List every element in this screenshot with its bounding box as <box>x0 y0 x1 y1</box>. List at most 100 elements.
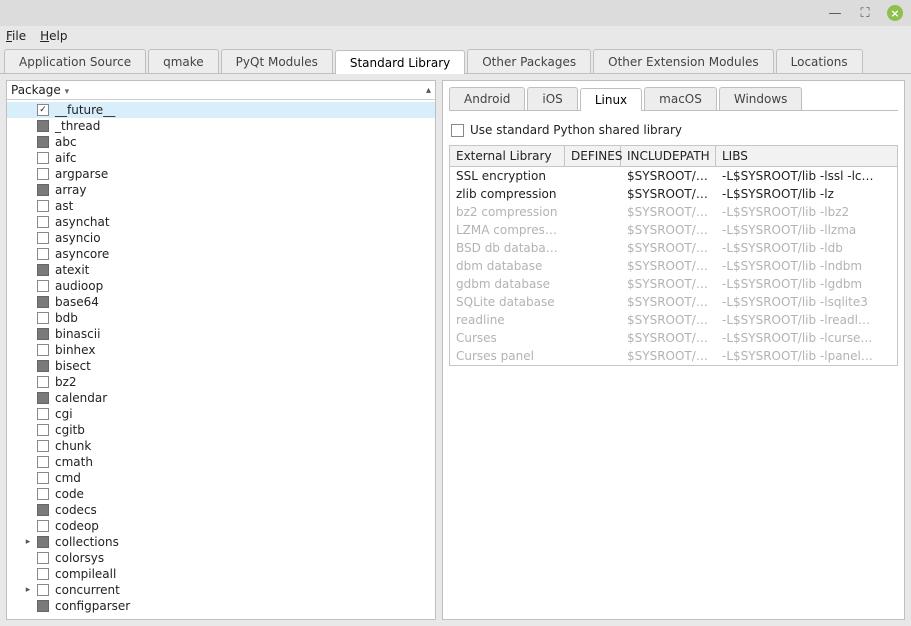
package-row[interactable]: codeop <box>7 518 435 534</box>
tab-application-source[interactable]: Application Source <box>4 49 146 73</box>
package-row[interactable]: atexit <box>7 262 435 278</box>
package-row[interactable]: colorsys <box>7 550 435 566</box>
package-row[interactable]: codecs <box>7 502 435 518</box>
package-row[interactable]: calendar <box>7 390 435 406</box>
package-list[interactable]: ✓__future___threadabcaifcargparsearrayas… <box>7 100 435 619</box>
package-row[interactable]: ast <box>7 198 435 214</box>
platform-tab-ios[interactable]: iOS <box>527 87 577 110</box>
package-row[interactable]: bz2 <box>7 374 435 390</box>
package-row[interactable]: asyncio <box>7 230 435 246</box>
package-row[interactable]: cgi <box>7 406 435 422</box>
package-row[interactable]: aifc <box>7 150 435 166</box>
package-row[interactable]: audioop <box>7 278 435 294</box>
table-row[interactable]: Curses$SYSROOT/i…-L$SYSROOT/lib -lcurse… <box>450 329 897 347</box>
package-checkbox[interactable] <box>37 280 49 292</box>
tab-qmake[interactable]: qmake <box>148 49 219 73</box>
package-row[interactable]: ▸collections <box>7 534 435 550</box>
th-includepath[interactable]: INCLUDEPATH <box>621 146 716 166</box>
package-row[interactable]: argparse <box>7 166 435 182</box>
package-checkbox[interactable] <box>37 312 49 324</box>
platform-tab-linux[interactable]: Linux <box>580 88 642 111</box>
package-checkbox[interactable] <box>37 520 49 532</box>
platform-tab-windows[interactable]: Windows <box>719 87 803 110</box>
package-checkbox[interactable] <box>37 504 49 516</box>
package-checkbox[interactable] <box>37 152 49 164</box>
tab-other-extension-modules[interactable]: Other Extension Modules <box>593 49 774 73</box>
package-row[interactable]: configparser <box>7 598 435 614</box>
package-row[interactable]: cmath <box>7 454 435 470</box>
tab-standard-library[interactable]: Standard Library <box>335 50 465 74</box>
package-checkbox[interactable] <box>37 216 49 228</box>
minimize-button[interactable]: — <box>827 5 843 21</box>
package-checkbox[interactable] <box>37 440 49 452</box>
table-row[interactable]: BSD db database$SYSROOT/i…-L$SYSROOT/lib… <box>450 239 897 257</box>
table-row[interactable]: zlib compression$SYSROOT/i…-L$SYSROOT/li… <box>450 185 897 203</box>
package-checkbox[interactable] <box>37 232 49 244</box>
package-checkbox[interactable] <box>37 136 49 148</box>
package-row[interactable]: base64 <box>7 294 435 310</box>
package-row[interactable]: bisect <box>7 358 435 374</box>
table-row[interactable]: Curses panel$SYSROOT/i…-L$SYSROOT/lib -l… <box>450 347 897 365</box>
package-row[interactable]: cmd <box>7 470 435 486</box>
package-checkbox[interactable] <box>37 296 49 308</box>
package-checkbox[interactable] <box>37 456 49 468</box>
package-checkbox[interactable] <box>37 168 49 180</box>
tab-pyqt-modules[interactable]: PyQt Modules <box>221 49 333 73</box>
package-row[interactable]: asyncore <box>7 246 435 262</box>
table-row[interactable]: LZMA compression$SYSROOT/i…-L$SYSROOT/li… <box>450 221 897 239</box>
table-row[interactable]: SQLite database$SYSROOT/i…-L$SYSROOT/lib… <box>450 293 897 311</box>
th-libs[interactable]: LIBS <box>716 146 897 166</box>
package-row[interactable]: array <box>7 182 435 198</box>
package-checkbox[interactable] <box>37 360 49 372</box>
package-checkbox[interactable] <box>37 248 49 260</box>
package-row[interactable]: ✓__future__ <box>7 102 435 118</box>
scroll-up-icon[interactable]: ▴ <box>426 85 431 96</box>
package-row[interactable]: binascii <box>7 326 435 342</box>
package-row[interactable]: asynchat <box>7 214 435 230</box>
table-row[interactable]: bz2 compression$SYSROOT/i…-L$SYSROOT/lib… <box>450 203 897 221</box>
table-row[interactable]: gdbm database$SYSROOT/i…-L$SYSROOT/lib -… <box>450 275 897 293</box>
package-checkbox[interactable] <box>37 200 49 212</box>
expander-icon[interactable]: ▸ <box>23 537 33 547</box>
package-header[interactable]: Package ▾ ▴ <box>7 81 435 100</box>
package-row[interactable]: chunk <box>7 438 435 454</box>
package-checkbox[interactable] <box>37 568 49 580</box>
package-checkbox[interactable] <box>37 328 49 340</box>
package-checkbox[interactable] <box>37 392 49 404</box>
package-row[interactable]: compileall <box>7 566 435 582</box>
package-checkbox[interactable] <box>37 264 49 276</box>
package-checkbox[interactable] <box>37 408 49 420</box>
package-row[interactable]: bdb <box>7 310 435 326</box>
package-checkbox[interactable]: ✓ <box>37 104 49 116</box>
table-row[interactable]: readline$SYSROOT/i…-L$SYSROOT/lib -lread… <box>450 311 897 329</box>
package-row[interactable]: _thread <box>7 118 435 134</box>
package-checkbox[interactable] <box>37 536 49 548</box>
package-row[interactable]: ▸concurrent <box>7 582 435 598</box>
th-external-library[interactable]: External Library <box>450 146 565 166</box>
tab-locations[interactable]: Locations <box>776 49 863 73</box>
package-checkbox[interactable] <box>37 472 49 484</box>
package-checkbox[interactable] <box>37 600 49 612</box>
maximize-button[interactable]: ⛶ <box>857 5 873 21</box>
menu-file[interactable]: File <box>6 29 26 43</box>
tab-other-packages[interactable]: Other Packages <box>467 49 591 73</box>
shared-lib-checkbox[interactable] <box>451 124 464 137</box>
table-row[interactable]: dbm database$SYSROOT/i…-L$SYSROOT/lib -l… <box>450 257 897 275</box>
package-row[interactable]: binhex <box>7 342 435 358</box>
th-defines[interactable]: DEFINES <box>565 146 621 166</box>
table-row[interactable]: SSL encryption$SYSROOT/i…-L$SYSROOT/lib … <box>450 167 897 185</box>
package-checkbox[interactable] <box>37 584 49 596</box>
package-row[interactable]: abc <box>7 134 435 150</box>
expander-icon[interactable]: ▸ <box>23 585 33 595</box>
package-checkbox[interactable] <box>37 424 49 436</box>
platform-tab-android[interactable]: Android <box>449 87 525 110</box>
package-checkbox[interactable] <box>37 488 49 500</box>
platform-tab-macos[interactable]: macOS <box>644 87 717 110</box>
package-checkbox[interactable] <box>37 120 49 132</box>
package-row[interactable]: cgitb <box>7 422 435 438</box>
package-checkbox[interactable] <box>37 184 49 196</box>
package-checkbox[interactable] <box>37 552 49 564</box>
package-checkbox[interactable] <box>37 344 49 356</box>
package-row[interactable]: code <box>7 486 435 502</box>
menu-help[interactable]: Help <box>40 29 67 43</box>
